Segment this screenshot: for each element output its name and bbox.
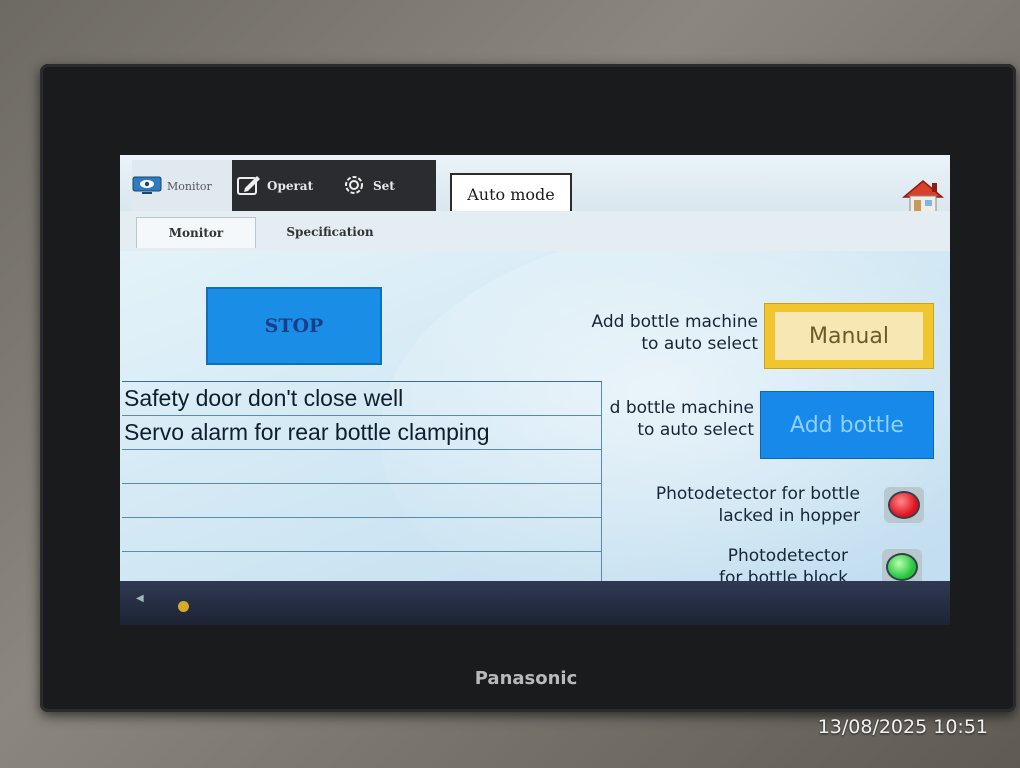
nav-operat-label: Operat [267, 179, 314, 193]
pen-icon [236, 174, 262, 199]
tab-specification[interactable]: Specification [270, 217, 390, 247]
add-select-label-line1: d bottle machine [609, 398, 754, 418]
tab-monitor[interactable]: Monitor [136, 217, 256, 248]
red-lamp-icon [888, 491, 920, 519]
stop-button[interactable]: STOP [206, 287, 382, 365]
brand-label: Panasonic [474, 668, 578, 689]
alarm-row [122, 518, 602, 552]
manual-select-label-line2: to auto select [641, 334, 758, 354]
alarm-row [122, 450, 602, 484]
hopper-photodetector-lamp [884, 487, 924, 523]
hmi-screen: Monitor Operat Set Auto mode Monitor Spe… [120, 155, 950, 625]
add-bottle-button[interactable]: Add bottle [760, 391, 934, 459]
device-brand: Panasonic [0, 668, 1020, 689]
green-lamp-icon [886, 553, 918, 581]
speaker-icon: ◀ [136, 593, 144, 604]
nav-set[interactable]: Set [340, 160, 395, 212]
monitor-icon [132, 175, 162, 198]
nav-monitor-label: Monitor [167, 179, 212, 193]
alarm-list: Safety door don't close well Servo alarm… [122, 381, 602, 588]
status-dot-icon [178, 601, 189, 612]
block-photodetector-lamp [882, 549, 922, 585]
alarm-row: Safety door don't close well [122, 382, 602, 416]
alarm-row: Servo alarm for rear bottle clamping [122, 416, 602, 450]
manual-select-label-line1: Add bottle machine [591, 312, 758, 332]
hopper-photodetector-line1: Photodetector for bottle [655, 484, 860, 504]
tab-bar: Monitor Specification [120, 211, 950, 251]
top-bar: Monitor Operat Set Auto mode [120, 155, 950, 215]
hopper-photodetector-label: Photodetector for bottle lacked in hoppe… [580, 483, 860, 527]
manual-button-label: Manual [775, 312, 923, 360]
gear-icon [340, 173, 368, 200]
alarm-row [122, 484, 602, 518]
block-photodetector-line1: Photodetector [727, 546, 848, 566]
nav-operat[interactable]: Operat [236, 160, 313, 212]
photo-timestamp: 13/08/2025 10:51 [817, 716, 988, 738]
mode-indicator: Auto mode [450, 173, 572, 215]
manual-button[interactable]: Manual [764, 303, 934, 369]
status-bar [120, 581, 950, 625]
nav-set-label: Set [373, 179, 395, 193]
nav-monitor[interactable]: Monitor [132, 160, 232, 212]
add-select-label: d bottle machine to auto select [540, 397, 754, 441]
add-select-label-line2: to auto select [637, 420, 754, 440]
manual-select-label: Add bottle machine to auto select [540, 311, 758, 355]
main-nav: Monitor Operat Set [132, 160, 436, 212]
hopper-photodetector-line2: lacked in hopper [718, 506, 861, 526]
